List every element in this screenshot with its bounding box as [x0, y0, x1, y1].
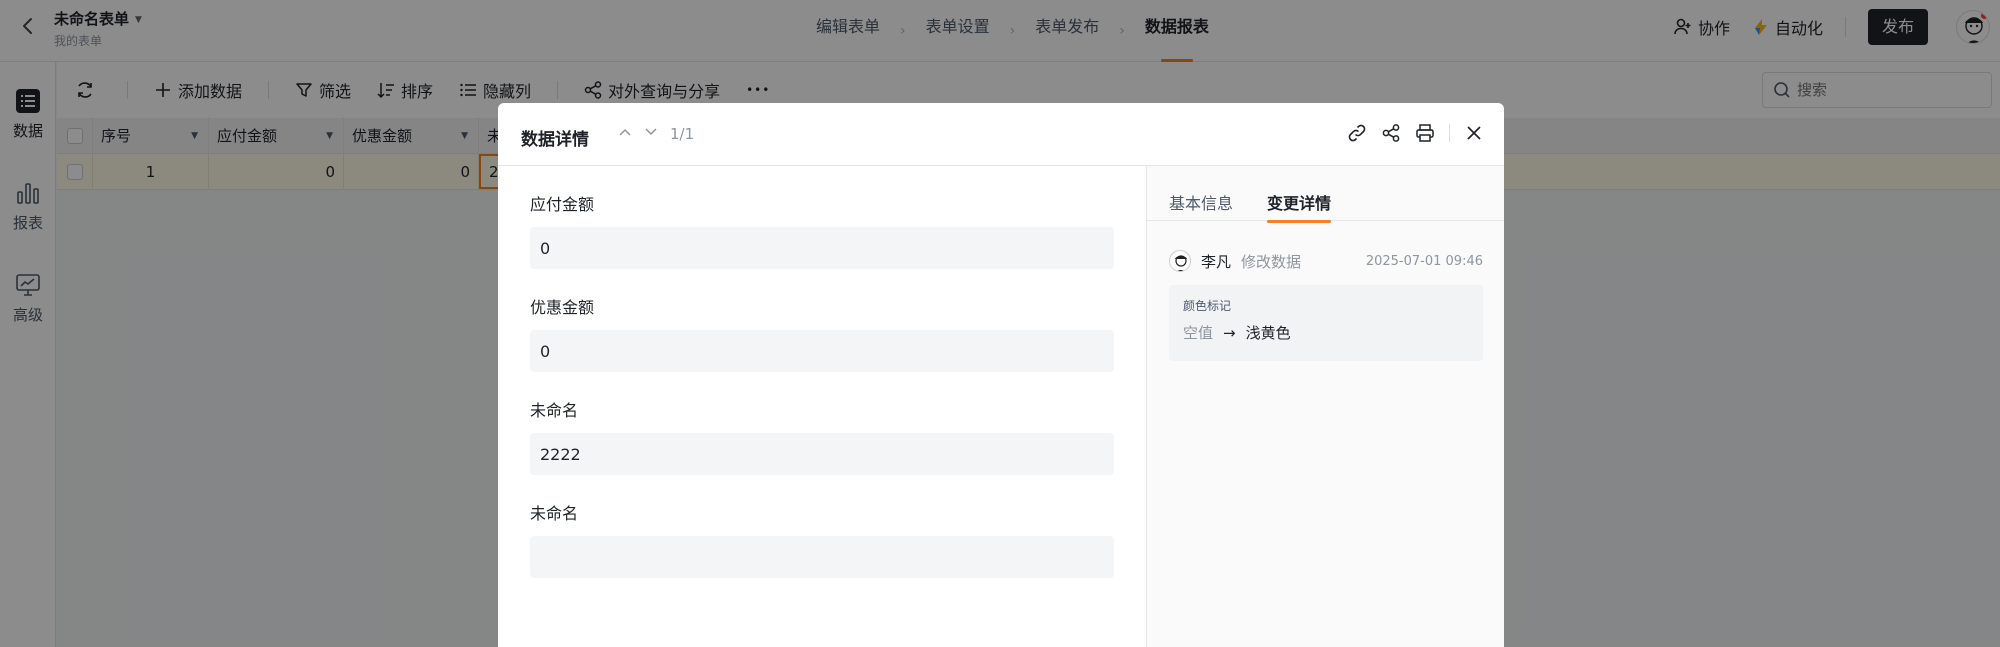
field-value-payable[interactable]: 0: [530, 227, 1114, 269]
chevron-up-icon[interactable]: [618, 125, 632, 143]
log-user: 李凡: [1201, 252, 1232, 271]
log-field-name: 颜色标记: [1183, 299, 1232, 313]
field-unnamed-2: 未命名: [530, 500, 1114, 578]
field-label: 未命名: [530, 504, 579, 523]
arrow-right-icon: →: [1223, 323, 1236, 342]
log-old-value: 空值: [1183, 324, 1214, 342]
record-detail-modal: 数据详情 1/1 应付金额 0 优惠金额 0 未命名 2222 未命名 基本信息…: [498, 103, 1504, 647]
tab-change-details[interactable]: 变更详情: [1267, 190, 1332, 223]
divider: [1449, 124, 1450, 142]
link-icon[interactable]: [1347, 123, 1367, 143]
modal-header: 数据详情 1/1: [498, 103, 1504, 166]
chevron-down-icon[interactable]: [644, 125, 658, 143]
log-new-value: 浅黄色: [1245, 324, 1291, 342]
field-value-unnamed-2[interactable]: [530, 536, 1114, 578]
modal-title: 数据详情: [521, 130, 589, 150]
field-value-discount[interactable]: 0: [530, 330, 1114, 372]
record-side-panel: 基本信息 变更详情 李凡 修改数据 2025-07-01 09:46 颜色标记 …: [1146, 166, 1504, 647]
close-icon[interactable]: [1464, 123, 1484, 143]
field-payable: 应付金额 0: [530, 191, 1114, 269]
modal-tools: [1333, 123, 1484, 143]
field-unnamed-1: 未命名 2222: [530, 397, 1114, 475]
log-action: 修改数据: [1241, 252, 1302, 271]
record-fields-panel: 应付金额 0 优惠金额 0 未命名 2222 未命名: [498, 166, 1146, 647]
share-icon[interactable]: [1381, 123, 1401, 143]
log-change-values: 空值 → 浅黄色: [1183, 322, 1469, 343]
log-header: 李凡 修改数据 2025-07-01 09:46: [1169, 249, 1483, 273]
field-discount: 优惠金额 0: [530, 294, 1114, 372]
log-time: 2025-07-01 09:46: [1365, 253, 1483, 269]
pager-count: 1/1: [670, 125, 695, 143]
record-pager: 1/1: [618, 125, 694, 143]
tab-basic-info[interactable]: 基本信息: [1169, 190, 1233, 214]
log-change-card: 颜色标记 空值 → 浅黄色: [1169, 285, 1483, 361]
side-tabs: 基本信息 变更详情: [1147, 166, 1504, 223]
avatar: [1169, 250, 1191, 272]
field-label: 未命名: [530, 401, 579, 420]
field-value-unnamed-1[interactable]: 2222: [530, 433, 1114, 475]
field-label: 应付金额: [530, 195, 595, 214]
field-label: 优惠金额: [530, 298, 595, 317]
print-icon[interactable]: [1415, 123, 1435, 143]
change-log-entry: 李凡 修改数据 2025-07-01 09:46 颜色标记 空值 → 浅黄色: [1169, 249, 1483, 361]
